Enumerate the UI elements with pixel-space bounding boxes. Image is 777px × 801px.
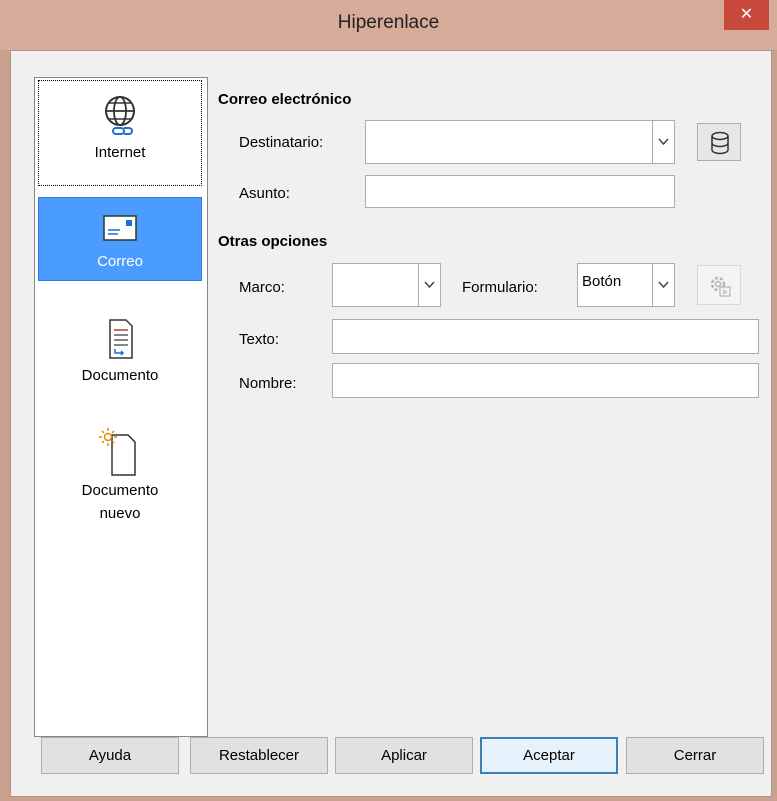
form-combo[interactable]: Botón — [577, 263, 675, 307]
globe-icon — [105, 96, 135, 135]
frame-dropdown-button[interactable] — [418, 264, 440, 306]
close-button-label: Cerrar — [673, 747, 717, 764]
sidebar-item-label: Documento — [81, 482, 159, 499]
form-label: Formulario: — [462, 279, 538, 296]
envelope-icon — [103, 215, 137, 241]
data-sources-button[interactable] — [697, 123, 741, 161]
chevron-down-icon — [658, 138, 669, 146]
close-button[interactable]: Cerrar — [626, 737, 764, 774]
form-value: Botón — [582, 273, 622, 290]
subject-input[interactable] — [365, 175, 675, 208]
dialog-body: Internet Correo Documento Documento nuev… — [10, 50, 772, 797]
apply-button[interactable]: Aplicar — [335, 737, 473, 774]
ok-button-label: Aceptar — [523, 747, 575, 764]
form-dropdown-button[interactable] — [652, 264, 674, 306]
sidebar-item-label: Correo — [97, 253, 143, 270]
recipient-label: Destinatario: — [239, 134, 324, 151]
close-window-button[interactable]: ✕ — [724, 0, 769, 30]
sidebar-item-internet[interactable]: Internet — [38, 80, 202, 186]
hyperlink-type-list: Internet Correo Documento Documento nuev… — [34, 77, 208, 737]
sidebar-item-label: Internet — [94, 144, 146, 161]
sidebar-item-label-2: nuevo — [99, 505, 141, 522]
frame-label: Marco: — [239, 279, 285, 296]
text-input[interactable] — [332, 319, 759, 354]
frame-combo[interactable] — [332, 263, 441, 307]
sidebar-item-documento-nuevo[interactable]: Documento nuevo — [38, 423, 202, 543]
name-label: Nombre: — [239, 375, 297, 392]
window-title: Hiperenlace — [337, 12, 440, 33]
options-section-title: Otras opciones — [218, 233, 328, 250]
document-icon — [109, 319, 133, 359]
new-document-icon — [99, 428, 136, 476]
help-button-label: Ayuda — [88, 747, 132, 764]
subject-label: Asunto: — [239, 185, 290, 202]
mail-section-title: Correo electrónico — [218, 91, 352, 108]
database-icon — [711, 131, 729, 155]
close-icon: ✕ — [739, 4, 754, 23]
sidebar-item-correo[interactable]: Correo — [38, 197, 202, 281]
recipient-dropdown-button[interactable] — [652, 121, 674, 163]
sidebar-item-label: Documento — [81, 367, 159, 384]
chevron-down-icon — [658, 281, 669, 289]
text-label: Texto: — [239, 331, 280, 348]
recipient-combo[interactable] — [365, 120, 675, 164]
name-input[interactable] — [332, 363, 759, 398]
apply-button-label: Aplicar — [381, 747, 427, 764]
chevron-down-icon — [424, 281, 435, 289]
reset-button-label: Restablecer — [218, 747, 300, 764]
reset-button[interactable]: Restablecer — [190, 737, 328, 774]
sidebar-item-documento[interactable]: Documento — [38, 310, 202, 400]
events-button[interactable] — [697, 265, 741, 305]
help-button[interactable]: Ayuda — [41, 737, 179, 774]
ok-button[interactable]: Aceptar — [480, 737, 618, 774]
macro-gear-icon — [710, 276, 731, 297]
